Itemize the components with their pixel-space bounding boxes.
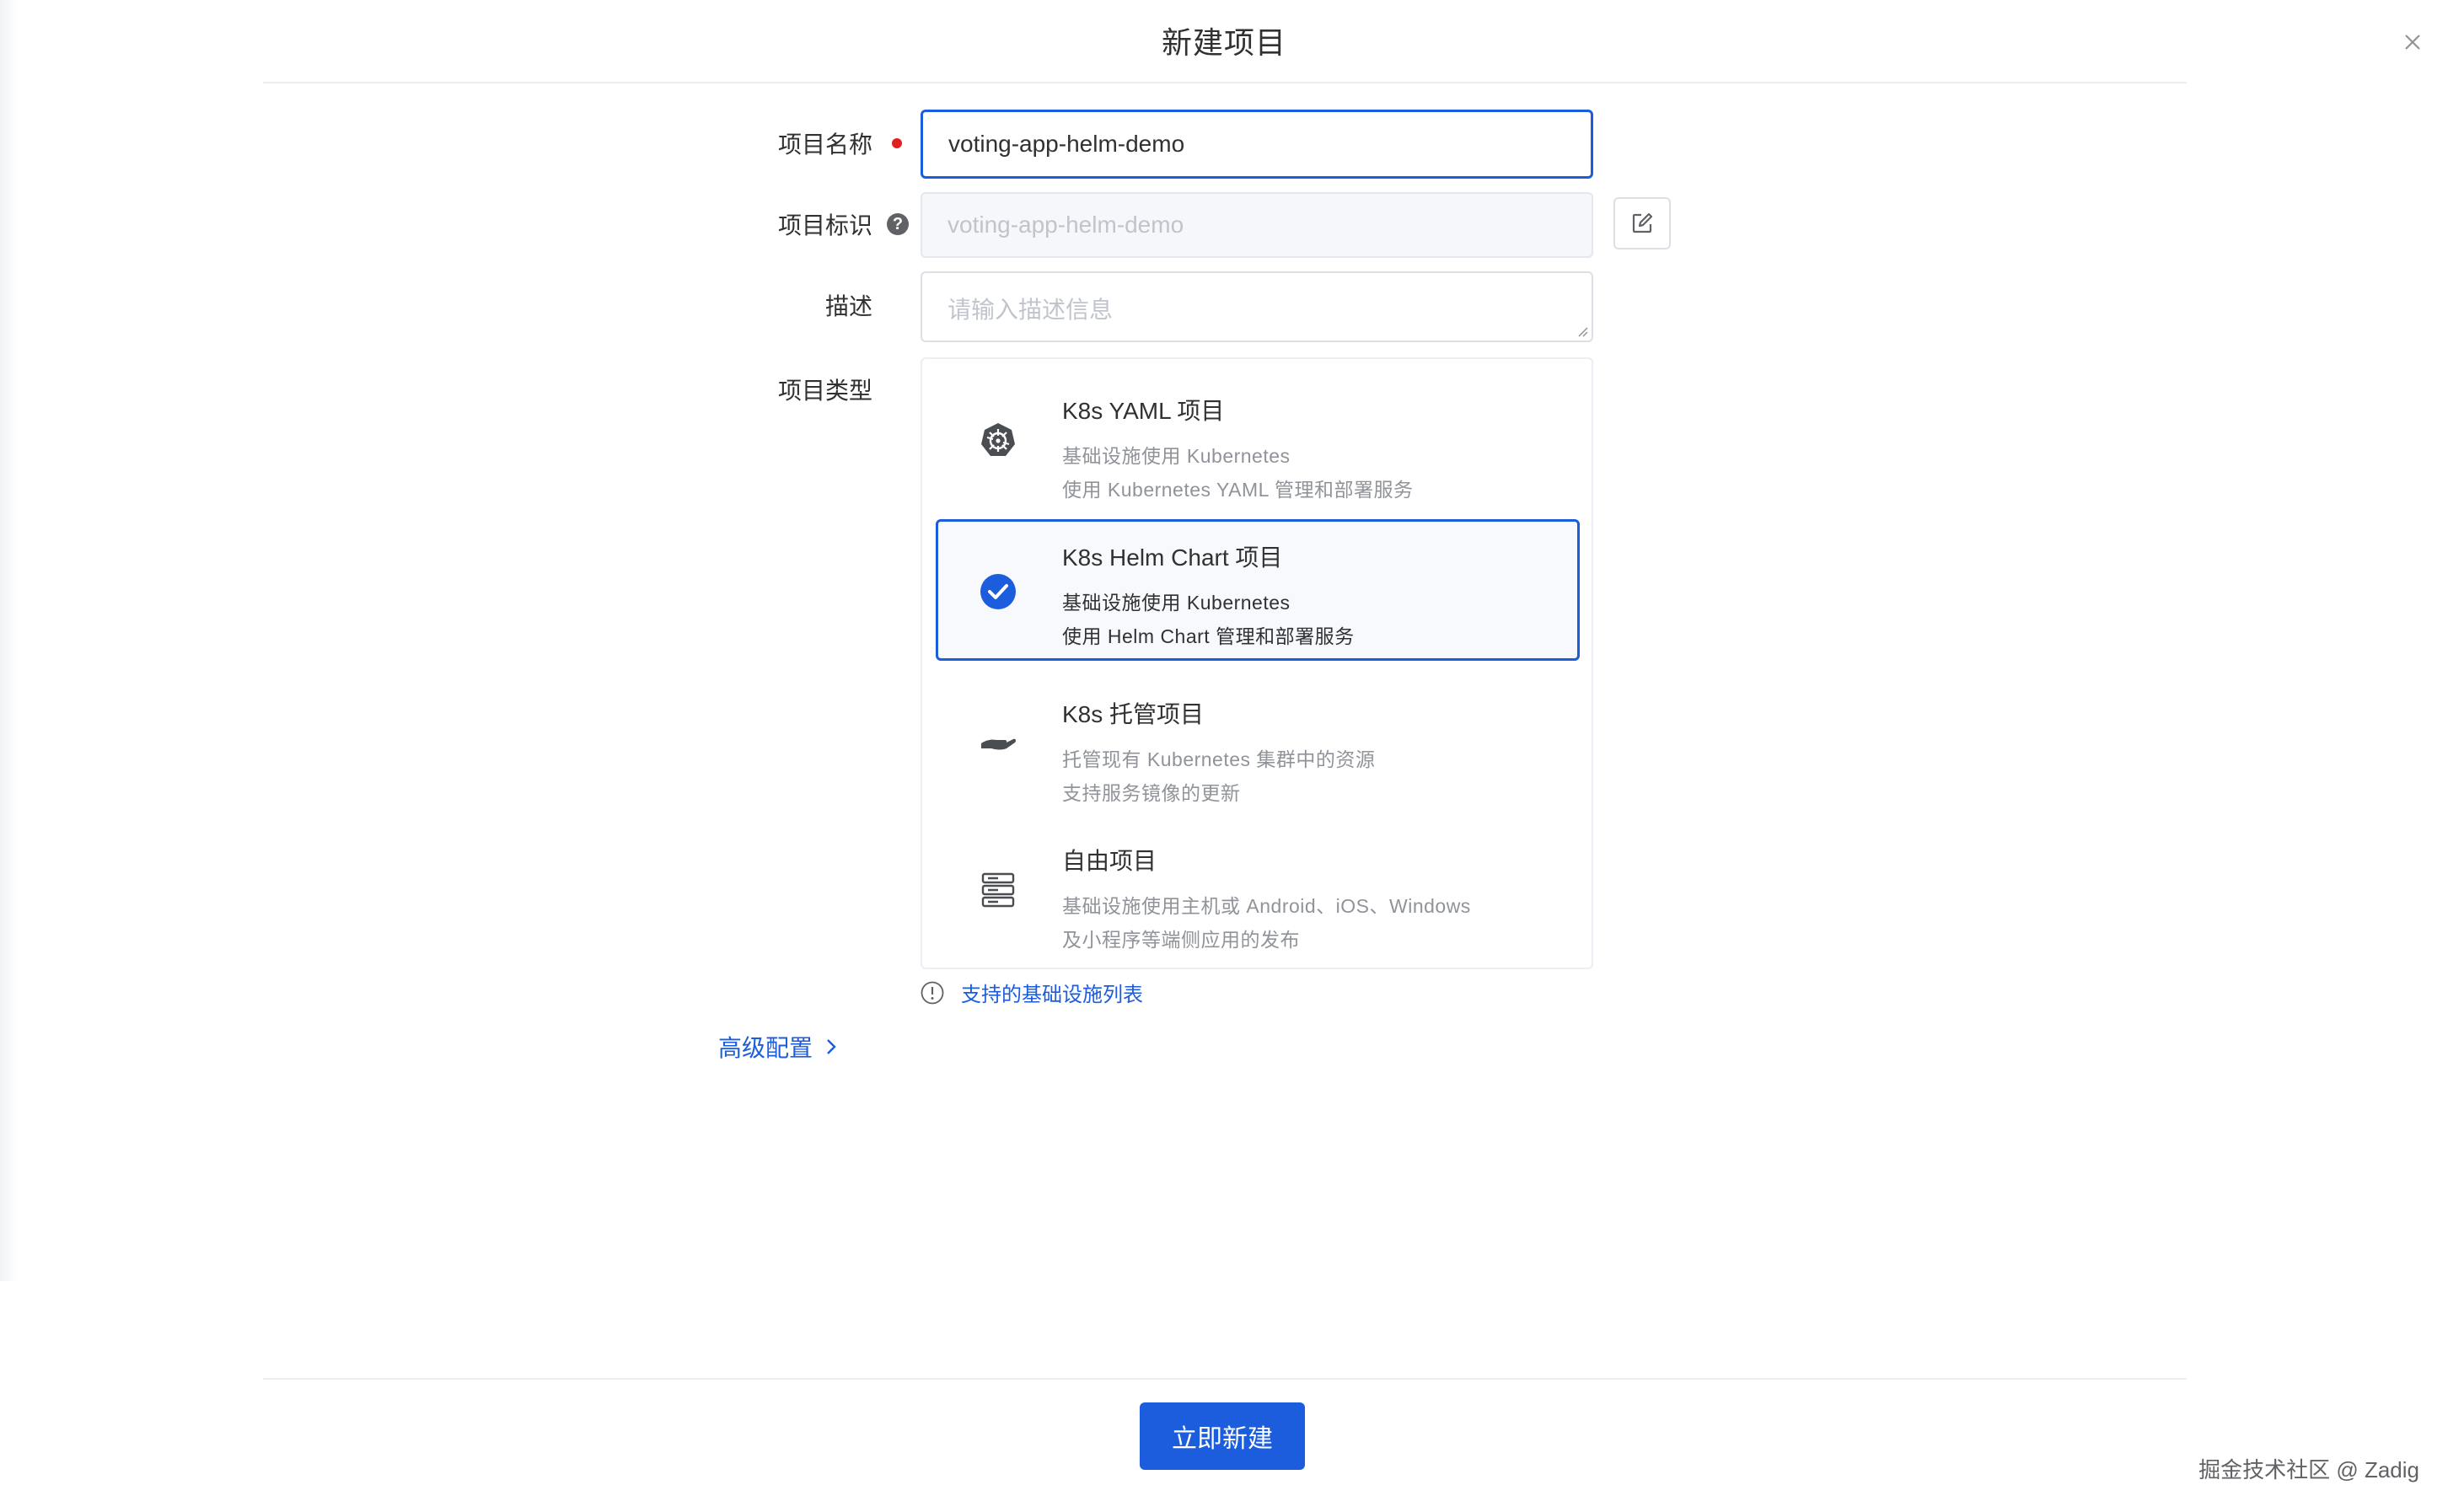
advanced-config-label: 高级配置	[718, 1035, 813, 1061]
required-indicator	[892, 138, 902, 148]
type-option-desc-line1: 托管现有 Kubernetes 集群中的资源	[1062, 748, 1376, 770]
hand-icon	[981, 738, 1017, 750]
edit-key-button[interactable]	[1613, 197, 1671, 249]
description-label: 描述	[824, 293, 872, 319]
info-circle-icon	[921, 981, 944, 1004]
project-key-value: voting-app-helm-demo	[948, 212, 1184, 238]
project-key-input[interactable]: voting-app-helm-demo	[921, 192, 1593, 258]
type-option-desc-line1: 基础设施使用主机或 Android、iOS、Windows	[1062, 895, 1471, 917]
type-option-k8s-yaml[interactable]: K8s YAML 项目 基础设施使用 Kubernetes 使用 Kuberne…	[936, 367, 1580, 509]
project-type-label: 项目类型	[777, 378, 872, 404]
dialog-title: 新建项目	[1161, 25, 1286, 60]
resize-handle-icon[interactable]	[1576, 325, 1588, 337]
chevron-right-icon	[827, 1039, 836, 1054]
kubernetes-icon	[981, 423, 1015, 456]
project-key-label: 项目标识	[777, 212, 872, 239]
project-name-value: voting-app-helm-demo	[948, 131, 1185, 157]
description-textarea[interactable]: 请输入描述信息	[921, 271, 1593, 342]
header-divider	[263, 82, 2187, 83]
type-option-k8s-hosted[interactable]: K8s 托管项目 托管现有 Kubernetes 集群中的资源 支持服务镜像的更…	[936, 671, 1580, 812]
type-option-desc-line2: 及小程序等端侧应用的发布	[1062, 929, 1300, 951]
supported-infra-text: 支持的基础设施列表	[961, 984, 1143, 1006]
type-option-desc-line2: 支持服务镜像的更新	[1062, 782, 1241, 804]
type-option-desc-line1: 基础设施使用 Kubernetes	[1062, 592, 1291, 614]
edit-icon	[1632, 212, 1653, 233]
close-button[interactable]	[2399, 29, 2426, 56]
advanced-config-toggle[interactable]: 高级配置	[718, 1030, 838, 1064]
page-edge-shadow	[0, 0, 19, 1281]
server-icon	[981, 872, 1015, 908]
footer-divider	[263, 1378, 2187, 1380]
type-option-k8s-helm[interactable]: K8s Helm Chart 项目 基础设施使用 Kubernetes 使用 H…	[936, 519, 1580, 661]
type-option-desc-line1: 基础设施使用 Kubernetes	[1062, 445, 1291, 467]
project-type-selector: K8s YAML 项目 基础设施使用 Kubernetes 使用 Kuberne…	[921, 357, 1593, 969]
close-icon	[2405, 35, 2420, 50]
type-option-title: 自由项目	[1062, 848, 1157, 874]
project-name-input[interactable]: voting-app-helm-demo	[921, 110, 1593, 179]
type-option-title: K8s 托管项目	[1062, 701, 1205, 727]
watermark: 掘金技术社区 @ Zadig	[2198, 1457, 2419, 1483]
supported-infra-link[interactable]: 支持的基础设施列表	[921, 978, 1143, 1007]
type-option-desc-line2: 使用 Kubernetes YAML 管理和部署服务	[1062, 479, 1414, 501]
type-option-desc-line2: 使用 Helm Chart 管理和部署服务	[1062, 625, 1355, 647]
type-option-title: K8s Helm Chart 项目	[1062, 544, 1283, 571]
check-circle-icon	[980, 574, 1016, 609]
description-placeholder: 请输入描述信息	[948, 297, 1114, 323]
project-name-label: 项目名称	[777, 131, 872, 158]
type-option-title: K8s YAML 项目	[1062, 398, 1225, 424]
create-now-button[interactable]: 立即新建	[1140, 1402, 1305, 1470]
type-option-free[interactable]: 自由项目 基础设施使用主机或 Android、iOS、Windows 及小程序等…	[936, 818, 1580, 959]
help-icon[interactable]: ?	[887, 213, 909, 235]
